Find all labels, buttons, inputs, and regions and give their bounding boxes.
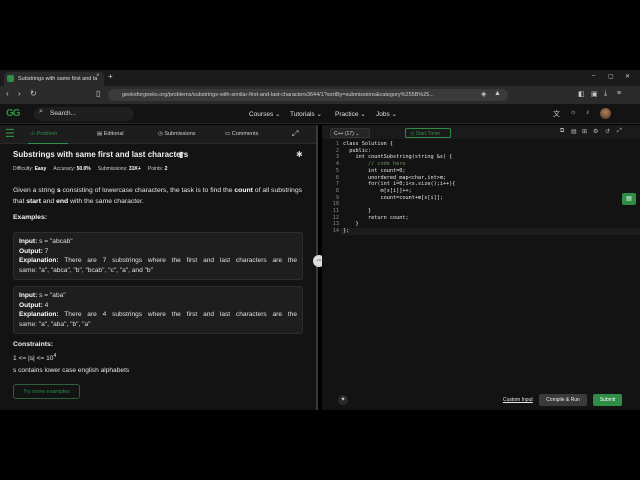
panel-scrollbar[interactable]: [316, 125, 318, 410]
address-bar[interactable]: geeksforgeeks.org/problems/substrings-wi…: [108, 89, 508, 101]
line-number: 1: [335, 141, 339, 147]
example-box: Input: s = "abcab" Output: 7 Explanation…: [13, 232, 303, 281]
search-icon: ⌕: [39, 108, 43, 115]
new-tab-icon[interactable]: +: [108, 72, 113, 81]
code-line[interactable]: public:: [343, 148, 455, 155]
wallet-icon[interactable]: ▣: [591, 90, 598, 98]
alert-icon[interactable]: ▲: [494, 90, 501, 97]
translate-icon[interactable]: 文: [553, 109, 560, 119]
sidebar-icon[interactable]: ◧: [578, 90, 585, 98]
copy-icon[interactable]: ⧉: [560, 128, 564, 135]
custom-input-link[interactable]: Custom Input: [503, 397, 533, 403]
line-number: 4: [335, 161, 339, 168]
download-icon[interactable]: ⤓: [604, 90, 607, 98]
tab-title: Substrings with same first and la: [18, 76, 98, 82]
settings-icon[interactable]: ⚙: [593, 128, 598, 135]
tab-problem[interactable]: ‹/› Problem: [30, 131, 57, 137]
line-number: 9: [335, 194, 339, 201]
gfg-favicon-icon: [7, 75, 14, 82]
code-area[interactable]: class Solution { public: int countSubstr…: [343, 141, 455, 235]
bookmark-icon[interactable]: ▮: [179, 150, 183, 159]
fullscreen-icon[interactable]: ⤢: [617, 128, 622, 135]
code-line[interactable]: m[s[i]]++;: [343, 188, 455, 195]
theme-toggle-icon[interactable]: ☼: [570, 109, 576, 116]
nav-practice[interactable]: Practice ⌄: [335, 110, 366, 118]
window-close-icon[interactable]: ✕: [625, 73, 630, 80]
line-number: 5: [335, 167, 339, 174]
reset-icon[interactable]: ↺: [605, 128, 610, 135]
hamburger-menu-icon[interactable]: ☰: [5, 127, 15, 140]
code-line[interactable]: int countSubstring(string &s) {: [343, 154, 455, 161]
search-input[interactable]: Search...: [34, 107, 134, 121]
maximize-icon[interactable]: ▢: [608, 73, 614, 80]
back-icon[interactable]: ‹: [6, 89, 9, 98]
avatar[interactable]: [600, 108, 611, 119]
menu-icon[interactable]: ≡: [617, 90, 621, 97]
code-line[interactable]: // code here: [343, 161, 455, 168]
tab-editorial[interactable]: ▤ Editorial: [97, 131, 124, 137]
line-numbers: 1 2 3 4 5 6 7 8 9 10 11 12 13 14: [327, 141, 339, 235]
line-number: 3: [335, 154, 339, 161]
extension-icon[interactable]: ◈: [481, 90, 486, 98]
code-line[interactable]: class Solution {: [343, 141, 455, 148]
problem-meta: Difficulty: Easy Accuracy: 50.0% Submiss…: [13, 166, 168, 172]
active-tab-indicator: [28, 143, 68, 144]
code-line[interactable]: [343, 201, 455, 208]
example-box: Input: s = "aba" Output: 4 Explanation: …: [13, 286, 303, 335]
code-line[interactable]: int count=0;: [343, 168, 455, 175]
start-timer-button[interactable]: ◷ Start Timer: [405, 128, 451, 138]
code-line[interactable]: };: [343, 228, 455, 235]
notification-bell-icon[interactable]: ♪: [586, 109, 590, 116]
constraints-heading: Constraints:: [13, 341, 54, 348]
file-icon[interactable]: ▤: [571, 128, 577, 135]
code-line[interactable]: for(int i=0;i<s.size();i++){: [343, 181, 455, 188]
compile-run-button[interactable]: Compile & Run: [539, 394, 587, 406]
report-bug-icon[interactable]: ✱: [296, 150, 303, 159]
line-number: 6: [335, 174, 339, 181]
bookmark-page-icon[interactable]: ▯: [96, 89, 100, 98]
line-number: 11: [332, 208, 339, 215]
language-select[interactable]: C++ (17) ⌄: [330, 128, 370, 138]
tab-comments[interactable]: ▭ Comments: [225, 131, 258, 137]
nav-courses[interactable]: Courses ⌄: [249, 110, 280, 118]
examples-heading: Examples:: [13, 214, 48, 221]
constraint-length: 1 <= |s| <= 104: [13, 353, 57, 363]
line-number: 8: [335, 187, 339, 194]
line-number: 14: [332, 228, 339, 235]
code-line[interactable]: }: [343, 221, 455, 228]
tab-close-icon[interactable]: ×: [96, 73, 100, 79]
minimize-icon[interactable]: –: [592, 73, 595, 79]
expand-icon[interactable]: ⤢: [292, 129, 298, 139]
code-line[interactable]: unordered_map<char,int>m;: [343, 175, 455, 182]
font-size-icon[interactable]: ⊞: [582, 128, 587, 135]
ai-assist-icon[interactable]: ✦: [338, 395, 348, 405]
nav-jobs[interactable]: Jobs ⌄: [376, 110, 397, 118]
forward-icon[interactable]: ›: [18, 89, 21, 98]
browser-tab[interactable]: Substrings with same first and la: [4, 72, 104, 86]
line-number: 13: [332, 221, 339, 228]
problem-title: Substrings with same first and last char…: [13, 150, 189, 159]
line-number: 7: [335, 181, 339, 188]
code-line[interactable]: return count;: [343, 215, 455, 222]
reload-icon[interactable]: ↻: [30, 89, 37, 98]
code-line[interactable]: }: [343, 208, 455, 215]
line-number: 2: [335, 147, 339, 154]
constraint-charset: s contains lower case english alphabets: [13, 367, 130, 374]
line-number: 12: [332, 214, 339, 221]
problem-description: Given a string s consisting of lowercase…: [13, 187, 303, 205]
try-more-examples-button[interactable]: Try more examples: [13, 384, 80, 399]
gfg-logo[interactable]: GG: [6, 108, 21, 119]
code-line[interactable]: count=count+m[s[i]];: [343, 195, 455, 202]
tab-submissions[interactable]: ◷ Submissions: [158, 131, 196, 137]
line-number: 10: [332, 201, 339, 208]
nav-tutorials[interactable]: Tutorials ⌄: [290, 110, 322, 118]
chat-icon[interactable]: ▤: [622, 193, 636, 205]
submit-button[interactable]: Submit: [593, 394, 622, 406]
